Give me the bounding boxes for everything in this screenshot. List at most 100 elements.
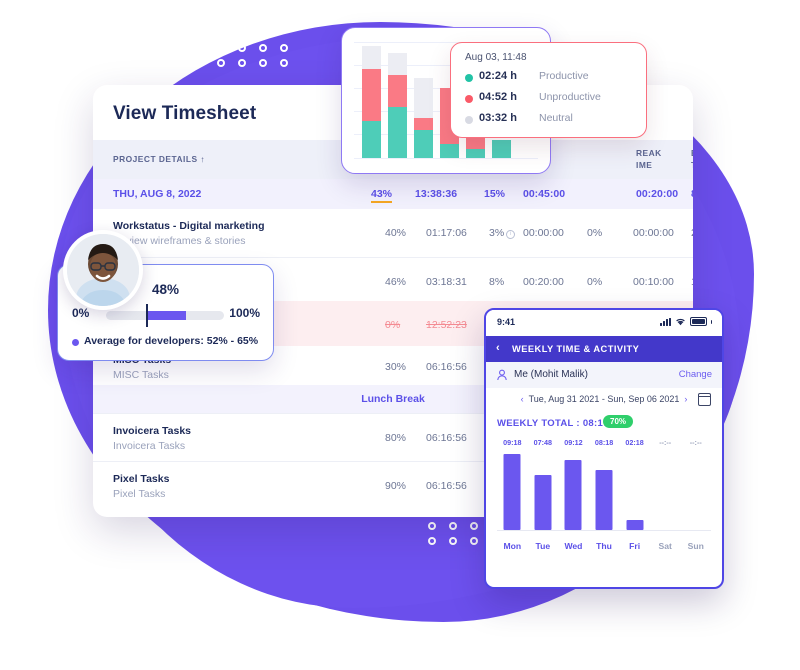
weekly-bar-column[interactable]: 02:18 Fri: [619, 438, 650, 553]
dot: [196, 59, 204, 67]
change-user-button[interactable]: Change: [679, 369, 712, 380]
person-icon: [497, 369, 507, 381]
phone-date-range: ‹ Tue, Aug 31 2021 - Sun, Sep 06 2021 ›: [486, 394, 722, 404]
total-time: 01:17:06: [426, 227, 467, 239]
bar-segment-productive: [466, 148, 485, 158]
table-row-date-summary[interactable]: THU, AUG 8, 2022 43% 13:38:36 15% 00:45:…: [93, 179, 693, 209]
idle-pct: 3% i: [489, 227, 516, 239]
phone-user-row[interactable]: Me (Mohit Malik) Change: [486, 362, 722, 388]
bar-segment-productive: [492, 139, 511, 158]
project-name: Workstatus - Digital marketing: [113, 220, 265, 232]
stacked-bar[interactable]: [362, 46, 381, 158]
date-idle-time: 00:45:00: [523, 188, 566, 200]
dot: [238, 44, 246, 52]
dot: [280, 59, 288, 67]
idle-pct: 8%: [489, 276, 505, 288]
column-header-project-details[interactable]: PROJECT DETAILS ↑: [113, 154, 205, 165]
bar-value-label: --:--: [689, 438, 702, 447]
date-idle-pct: 15%: [484, 188, 506, 200]
manual-pct: 0%: [587, 276, 603, 288]
slider-min-label: 0%: [72, 306, 90, 320]
next-week-icon[interactable]: ›: [684, 394, 687, 404]
dot: [449, 522, 457, 530]
activity-legend-label: Average for developers: 52% - 65%: [84, 335, 259, 347]
signal-icon: [659, 317, 671, 326]
bar-day-label: Sat: [658, 541, 672, 551]
date-activity-value[interactable]: 43%: [371, 188, 393, 203]
activity-value: 80%: [385, 432, 407, 444]
tooltip-date: Aug 03, 11:48: [465, 52, 527, 63]
stacked-bar[interactable]: [414, 77, 433, 158]
activity-slider-handle[interactable]: [146, 304, 148, 327]
activity-value: 46%: [385, 276, 407, 288]
weekly-bar-column[interactable]: --:-- Sat: [650, 438, 681, 553]
info-icon[interactable]: i: [506, 230, 516, 239]
date-total-time: 13:38:36: [415, 188, 458, 200]
manual-pct: 0%: [587, 227, 603, 239]
break-time: 00:00:00: [633, 227, 674, 239]
avatar-photo: [67, 234, 139, 306]
dot: [238, 59, 246, 67]
prev-week-icon[interactable]: ‹: [521, 394, 524, 404]
activity-slider-track[interactable]: [106, 304, 224, 327]
phone-app-bar: ‹ WEEKLY TIME & ACTIVITY: [486, 336, 722, 362]
weekly-bar-columns[interactable]: 09:18 Mon 07:48 Tue 09:12 Wed 08:18 Thu 02:18 Fri…: [497, 438, 711, 553]
dot: [259, 59, 267, 67]
status-bar-time: 9:41: [497, 317, 516, 327]
bar-value-label: 09:12: [564, 438, 583, 447]
column-header-effective-time-line1[interactable]: EFFECTIVE: [691, 148, 693, 159]
bar-segment-neutral: [388, 53, 407, 76]
legend-dot-icon: [72, 339, 79, 346]
stacked-bar[interactable]: [388, 53, 407, 158]
dot: [449, 537, 457, 545]
bar-segment-neutral: [414, 77, 433, 118]
chart-tooltip: Aug 03, 11:48 02:24 h Productive 04:52 h…: [450, 42, 647, 138]
tooltip-label: Productive: [539, 70, 589, 82]
weekly-bar: [503, 454, 521, 530]
dot: [428, 537, 436, 545]
battery-icon: [689, 317, 707, 326]
total-time: 06:16:56: [426, 480, 467, 492]
stacked-bar[interactable]: [466, 138, 485, 158]
dot: [470, 522, 478, 530]
idle-time: 00:20:00: [523, 276, 564, 288]
calendar-icon[interactable]: [697, 393, 712, 406]
table-row[interactable]: Workstatus - Digital marketing Review wi…: [93, 209, 693, 257]
effective-time: 1:00:00: [691, 276, 693, 288]
back-chevron-icon[interactable]: ‹: [496, 342, 500, 354]
bar-segment-unproductive: [388, 75, 407, 108]
total-time: 03:18:31: [426, 276, 467, 288]
dot: [154, 44, 162, 52]
weekly-bar-column[interactable]: --:-- Sun: [680, 438, 711, 553]
dot: [175, 44, 183, 52]
weekly-bar-column[interactable]: 09:18 Mon: [497, 438, 528, 553]
project-name: Invoicera Tasks: [113, 425, 192, 437]
phone-status-bar: 9:41: [486, 310, 722, 336]
phone-date-range-row: ‹ Tue, Aug 31 2021 - Sun, Sep 06 2021 ›: [486, 388, 722, 412]
bar-segment-productive: [414, 130, 433, 158]
weekly-total-label: WEEKLY TOTAL :: [497, 418, 580, 429]
project-subtitle: Pixel Tasks: [113, 488, 166, 500]
activity-value: 90%: [385, 480, 407, 492]
dot: [217, 59, 225, 67]
battery-cap-icon: [710, 319, 712, 324]
stacked-bar[interactable]: [492, 139, 511, 158]
weekly-bar-column[interactable]: 07:48 Tue: [528, 438, 559, 553]
total-time: 06:16:56: [426, 432, 467, 444]
chart-baseline: [354, 158, 538, 159]
weekly-bar-column[interactable]: 08:18 Thu: [589, 438, 620, 553]
avatar[interactable]: [63, 230, 143, 310]
activity-value: 0%: [385, 319, 401, 331]
productive-dot-icon: [465, 74, 473, 82]
weekly-bar-column[interactable]: 09:12 Wed: [558, 438, 589, 553]
bar-value-label: 08:18: [594, 438, 614, 447]
bar-segment-neutral: [362, 46, 381, 70]
wifi-icon: [675, 318, 685, 326]
bar-day-label: Thu: [596, 541, 612, 551]
column-header-break-time-line1[interactable]: REAK: [636, 148, 662, 159]
weekly-total-row: WEEKLY TOTAL : 08:17: [497, 418, 609, 429]
activity-value: 40%: [385, 227, 407, 239]
date-label: THU, AUG 8, 2022: [113, 188, 202, 200]
page-title: View Timesheet: [113, 103, 257, 124]
unproductive-dot-icon: [465, 95, 473, 103]
